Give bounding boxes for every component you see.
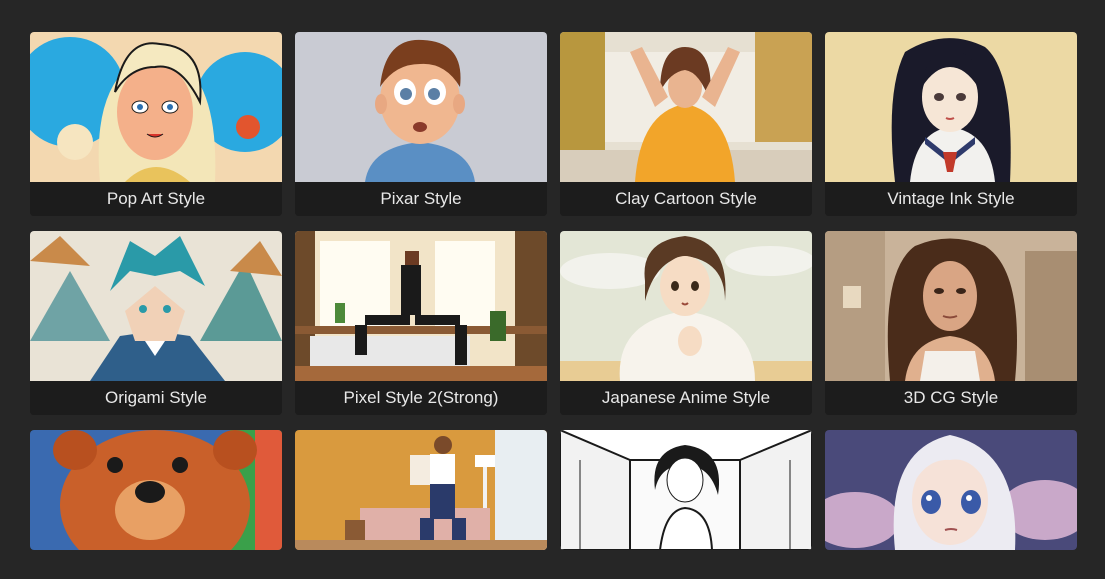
pixel-thumbnail	[295, 231, 547, 381]
style-card-3d-cg[interactable]: 3D CG Style	[825, 231, 1077, 415]
style-grid: Pop Art Style Pixar Style Clay Cartoon S…	[30, 32, 1077, 550]
bear-painting-thumbnail	[30, 430, 282, 550]
style-label: Japanese Anime Style	[560, 381, 812, 415]
style-card-japanese-anime[interactable]: Japanese Anime Style	[560, 231, 812, 415]
style-label: Pixar Style	[295, 182, 547, 216]
japanese-anime-thumbnail	[560, 231, 812, 381]
style-card-row3-2[interactable]	[295, 430, 547, 550]
style-card-pixar[interactable]: Pixar Style	[295, 32, 547, 216]
style-label: Clay Cartoon Style	[560, 182, 812, 216]
living-room-thumbnail	[295, 430, 547, 550]
style-label: Vintage Ink Style	[825, 182, 1077, 216]
clay-cartoon-thumbnail	[560, 32, 812, 182]
pop-art-thumbnail	[30, 32, 282, 182]
vintage-ink-thumbnail	[825, 32, 1077, 182]
style-label: Pop Art Style	[30, 182, 282, 216]
anime-girl-thumbnail	[825, 430, 1077, 550]
style-card-pop-art[interactable]: Pop Art Style	[30, 32, 282, 216]
style-card-pixel[interactable]: Pixel Style 2(Strong)	[295, 231, 547, 415]
style-label: 3D CG Style	[825, 381, 1077, 415]
style-label: Pixel Style 2(Strong)	[295, 381, 547, 415]
style-card-row3-3[interactable]	[560, 430, 812, 550]
style-card-clay-cartoon[interactable]: Clay Cartoon Style	[560, 32, 812, 216]
3d-cg-thumbnail	[825, 231, 1077, 381]
style-card-row3-4[interactable]	[825, 430, 1077, 550]
style-label: Origami Style	[30, 381, 282, 415]
style-card-row3-1[interactable]	[30, 430, 282, 550]
lineart-manga-thumbnail	[560, 430, 812, 550]
style-card-vintage-ink[interactable]: Vintage Ink Style	[825, 32, 1077, 216]
origami-thumbnail	[30, 231, 282, 381]
style-card-origami[interactable]: Origami Style	[30, 231, 282, 415]
pixar-thumbnail	[295, 32, 547, 182]
